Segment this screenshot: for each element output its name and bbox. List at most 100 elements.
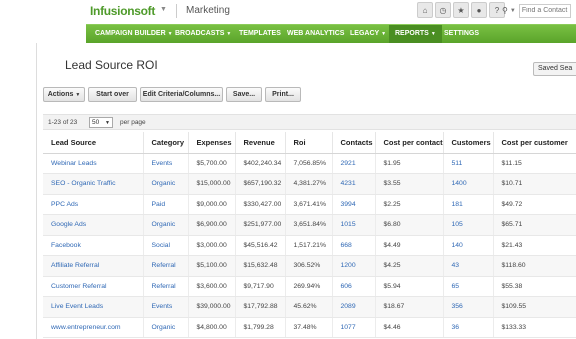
table-cell[interactable]: PPC Ads <box>43 194 144 215</box>
nav-label: SETTINGS <box>444 30 480 37</box>
table-cell[interactable]: 4231 <box>332 173 376 195</box>
table-cell: $3.55 <box>375 173 444 195</box>
chevron-down-icon: ▼ <box>167 31 173 37</box>
nav-templates[interactable]: TEMPLATES <box>239 30 281 37</box>
search-options-caret-icon[interactable]: ▼ <box>510 8 516 14</box>
table-cell[interactable]: Referral <box>143 276 189 297</box>
table-cell: $55.38 <box>493 276 576 297</box>
clock-icon[interactable]: ◷ <box>435 2 451 18</box>
find-contact-input[interactable] <box>518 3 571 18</box>
table-cell[interactable]: Referral <box>143 255 189 277</box>
column-header[interactable]: Contacts <box>332 132 376 154</box>
table-cell[interactable]: www.entrepreneur.com <box>43 317 144 338</box>
result-range: 1-23 of 23 <box>48 119 78 126</box>
table-cell: $5,100.00 <box>188 255 236 277</box>
table-cell: $251,977.00 <box>235 214 286 236</box>
nav-campaign-builder[interactable]: CAMPAIGN BUILDER ▼ <box>95 30 173 37</box>
app-switcher-caret-icon[interactable]: ▼ <box>160 6 167 13</box>
table-cell: 4,381.27% <box>285 173 333 195</box>
table-cell[interactable]: 36 <box>443 317 494 338</box>
nav-settings[interactable]: SETTINGS <box>444 30 479 37</box>
column-header[interactable]: Cost per customer <box>493 132 576 154</box>
table-cell[interactable]: 511 <box>443 153 494 174</box>
table-cell: $4.49 <box>375 235 444 256</box>
table-cell[interactable]: Customer Referral <box>43 276 144 297</box>
table-cell: $118.60 <box>493 255 576 277</box>
actions-button[interactable]: Actions ▼ <box>43 87 85 102</box>
column-header[interactable]: Customers <box>443 132 494 154</box>
column-header[interactable]: Category <box>143 132 189 154</box>
table-cell: $1.95 <box>375 153 444 174</box>
table-cell: 3,671.41% <box>285 194 333 215</box>
table-cell[interactable]: Organic <box>143 214 189 236</box>
table-cell[interactable]: 1077 <box>332 317 376 338</box>
table-cell[interactable]: 1400 <box>443 173 494 195</box>
column-header[interactable]: Roi <box>285 132 333 154</box>
user-icon[interactable]: ● <box>471 2 487 18</box>
table-header-row: Lead Source Category Expenses Revenue Ro… <box>43 132 576 154</box>
table-cell: 7,056.85% <box>285 153 333 174</box>
table-cell[interactable]: Google Ads <box>43 214 144 236</box>
infusionsoft-logo[interactable]: Infusionsoft <box>90 4 155 18</box>
table-cell[interactable]: 140 <box>443 235 494 256</box>
table-cell[interactable]: 2089 <box>332 296 376 318</box>
top-header: Infusionsoft ▼ Marketing ⌂ ◷ ★ ● ? ⚲ ▼ <box>0 0 576 22</box>
saved-search-select[interactable]: Saved Sea <box>533 62 576 76</box>
table-cell: 1,517.21% <box>285 235 333 256</box>
table-cell: $4,800.00 <box>188 317 236 338</box>
header-divider <box>176 4 177 18</box>
table-cell[interactable]: 105 <box>443 214 494 236</box>
table-cell[interactable]: Webinar Leads <box>43 153 144 174</box>
nav-legacy[interactable]: LEGACY ▼ <box>350 30 386 37</box>
table-cell[interactable]: Facebook <box>43 235 144 256</box>
table-cell: $6,900.00 <box>188 214 236 236</box>
nav-broadcasts[interactable]: BROADCASTS ▼ <box>175 30 231 37</box>
table-cell[interactable]: 606 <box>332 276 376 297</box>
table-cell[interactable]: Organic <box>143 317 189 338</box>
table-cell[interactable]: Affiliate Referral <box>43 255 144 277</box>
table-row: www.entrepreneur.com Organic $4,800.00 $1,7… <box>43 317 576 338</box>
table-row: Webinar Leads Events $5,700.00 $402,240.34 7… <box>43 153 576 174</box>
table-cell[interactable]: 2921 <box>332 153 376 174</box>
page-size-select[interactable]: 50 ▼ <box>89 117 113 128</box>
table-cell: $15,000.00 <box>188 173 236 195</box>
table-cell[interactable]: 43 <box>443 255 494 277</box>
table-cell: $9,000.00 <box>188 194 236 215</box>
table-cell: $1,799.28 <box>235 317 286 338</box>
table-cell[interactable]: 668 <box>332 235 376 256</box>
table-cell[interactable]: 181 <box>443 194 494 215</box>
table-row: Live Event Leads Events $39,000.00 $17,792.… <box>43 296 576 318</box>
column-header[interactable]: Lead Source <box>43 132 144 154</box>
table-cell[interactable]: SEO - Organic Traffic <box>43 173 144 195</box>
table-cell[interactable]: Organic <box>143 173 189 195</box>
nav-web-analytics[interactable]: WEB ANALYTICS <box>287 30 344 37</box>
table-cell[interactable]: 1015 <box>332 214 376 236</box>
column-header[interactable]: Revenue <box>235 132 286 154</box>
star-icon[interactable]: ★ <box>453 2 469 18</box>
nav-reports[interactable]: REPORTS ▼ <box>389 25 442 43</box>
print-button[interactable]: Print... <box>265 87 301 102</box>
table-cell[interactable]: 1200 <box>332 255 376 277</box>
table-cell[interactable]: Events <box>143 153 189 174</box>
table-cell: $15,632.48 <box>235 255 286 277</box>
search-icon[interactable]: ⚲ <box>502 6 508 15</box>
chevron-down-icon: ▼ <box>105 120 110 126</box>
start-over-button[interactable]: Start over <box>88 87 137 102</box>
table-cell[interactable]: Paid <box>143 194 189 215</box>
table-cell[interactable]: 356 <box>443 296 494 318</box>
table-cell[interactable]: 65 <box>443 276 494 297</box>
page-title: Lead Source ROI <box>65 58 158 72</box>
column-header[interactable]: Cost per contact <box>375 132 444 154</box>
save-button[interactable]: Save... <box>226 87 262 102</box>
lead-source-table: Lead Source Category Expenses Revenue Ro… <box>43 132 576 338</box>
table-cell[interactable]: 3994 <box>332 194 376 215</box>
table-cell[interactable]: Social <box>143 235 189 256</box>
column-header[interactable]: Expenses <box>188 132 236 154</box>
table-cell: $45,516.42 <box>235 235 286 256</box>
table-cell[interactable]: Live Event Leads <box>43 296 144 318</box>
edit-criteria-button[interactable]: Edit Criteria/Columns... <box>140 87 223 102</box>
table-cell[interactable]: Events <box>143 296 189 318</box>
home-icon[interactable]: ⌂ <box>417 2 433 18</box>
table-cell: $402,240.34 <box>235 153 286 174</box>
nav-label: BROADCASTS <box>175 30 225 37</box>
